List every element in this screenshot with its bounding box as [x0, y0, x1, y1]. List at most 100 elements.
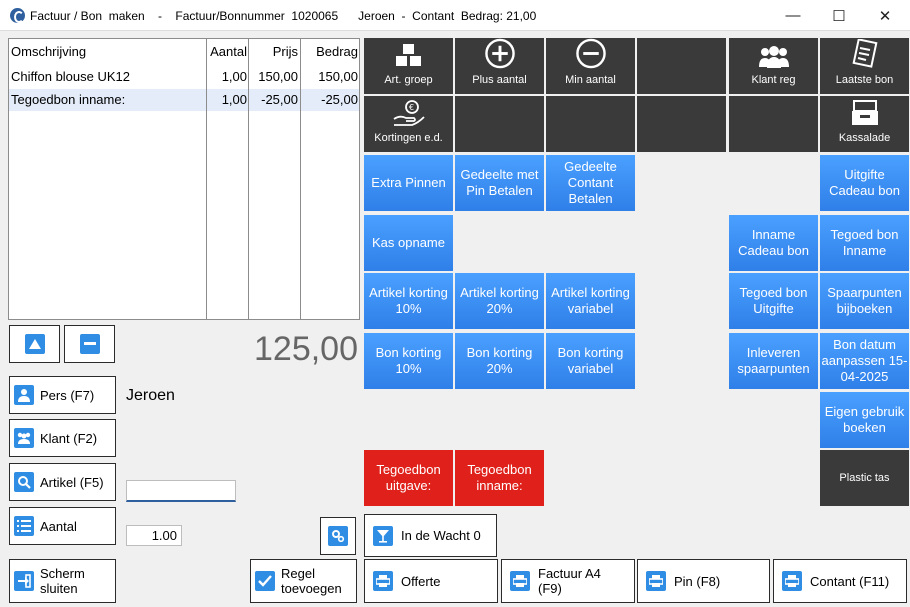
cubes-icon [395, 44, 421, 66]
offerte-label: Offerte [401, 573, 441, 589]
svg-text:€: € [409, 103, 414, 112]
bon-korting-variabel-tile[interactable]: Bon korting variabel [546, 333, 635, 389]
kassalade-tile[interactable]: Kassalade [820, 96, 909, 152]
list-icon [14, 516, 34, 536]
factuur-a4-label: Factuur A4 (F9) [538, 566, 601, 596]
move-up-button[interactable] [9, 325, 60, 363]
extra-pinnen-tile[interactable]: Extra Pinnen [364, 155, 453, 211]
empty-tile[interactable] [455, 96, 544, 152]
pers-button[interactable]: Pers (F7) [9, 376, 116, 414]
remove-line-button[interactable] [64, 325, 115, 363]
min-aantal-label: Min aantal [565, 74, 616, 86]
total-amount: 125,00 [254, 330, 358, 368]
contant-button[interactable]: Contant (F11) [773, 559, 907, 603]
bon-korting-10-tile[interactable]: Bon korting 10% [364, 333, 453, 389]
table-row-bedrag[interactable]: -25,00 [301, 92, 358, 107]
kassalade-label: Kassalade [838, 132, 891, 144]
table-row-prijs[interactable]: 150,00 [249, 69, 298, 84]
window-title: Factuur / Bon maken - Factuur/Bonnummer … [30, 9, 537, 23]
klant-label: Klant (F2) [40, 430, 98, 446]
empty-tile[interactable] [637, 96, 726, 152]
contant-label: Contant (F11) [810, 573, 890, 589]
column-header-bedrag[interactable]: Bedrag [301, 44, 358, 59]
scherm-sluiten-button[interactable]: Scherm sluiten [9, 559, 116, 603]
receipt-icon [852, 39, 877, 68]
kortingen-label: Kortingen e.d. [374, 132, 443, 144]
table-row-aantal[interactable]: 1,00 [207, 69, 247, 84]
kortingen-tile[interactable]: € Kortingen e.d. [364, 96, 453, 152]
plastic-tas-tile[interactable]: Plastic tas [820, 450, 909, 506]
inleveren-spaarpunten-tile[interactable]: Inleveren spaarpunten [729, 333, 818, 389]
regel-toevoegen-label: Regel toevoegen [281, 566, 342, 596]
customers-icon [14, 428, 34, 448]
aantal-button[interactable]: Aantal [9, 507, 116, 545]
artikel-korting-variabel-tile[interactable]: Artikel korting variabel [546, 273, 635, 329]
invoice-lines-grid[interactable]: Omschrijving Aantal Prijs Bedrag Chiffon… [8, 38, 360, 320]
pin-button[interactable]: Pin (F8) [637, 559, 770, 603]
gears-icon [328, 526, 348, 546]
tegoedbon-inname-tile[interactable]: Tegoedbon inname: [455, 450, 544, 506]
regel-toevoegen-button[interactable]: Regel toevoegen [250, 559, 357, 603]
table-row-omschrijving[interactable]: Chiffon blouse UK12 [11, 69, 130, 84]
eigen-gebruik-tile[interactable]: Eigen gebruik boeken [820, 392, 909, 448]
minus-icon [79, 334, 100, 354]
minimize-button[interactable]: — [770, 0, 816, 31]
bon-korting-20-tile[interactable]: Bon korting 20% [455, 333, 544, 389]
offerte-button[interactable]: Offerte [364, 559, 498, 603]
settings-button[interactable] [320, 517, 356, 555]
column-header-aantal[interactable]: Aantal [207, 44, 247, 59]
art-groep-label: Art. groep [384, 74, 433, 86]
printer-icon [373, 571, 393, 591]
tegoed-uitgifte-tile[interactable]: Tegoed bon Uitgifte [729, 273, 818, 329]
aantal-input[interactable] [126, 525, 182, 546]
art-groep-tile[interactable]: Art. groep [364, 38, 453, 94]
artikel-button[interactable]: Artikel (F5) [9, 463, 116, 501]
laatste-bon-label: Laatste bon [835, 74, 894, 86]
search-icon [14, 472, 34, 492]
pers-value: Jeroen [126, 387, 175, 404]
maximize-button[interactable]: ☐ [816, 0, 862, 31]
artikel-input[interactable] [126, 480, 236, 502]
empty-tile[interactable] [729, 96, 818, 152]
printer-icon [646, 571, 666, 591]
column-header-prijs[interactable]: Prijs [249, 44, 298, 59]
gedeelte-contant-tile[interactable]: Gedeelte Contant Betalen [546, 155, 635, 211]
minus-circle-icon [575, 38, 606, 69]
klant-reg-tile[interactable]: Klant reg [729, 38, 818, 94]
artikel-label: Artikel (F5) [40, 474, 104, 490]
tegoed-inname-tile[interactable]: Tegoed bon Inname [820, 215, 909, 271]
close-button[interactable]: ✕ [862, 0, 908, 31]
in-de-wacht-button[interactable]: In de Wacht 0 [364, 514, 497, 557]
column-header-omschrijving[interactable]: Omschrijving [11, 44, 86, 59]
plus-aantal-label: Plus aantal [472, 74, 527, 86]
in-de-wacht-label: In de Wacht 0 [401, 528, 481, 543]
plus-aantal-tile[interactable]: Plus aantal [455, 38, 544, 94]
gedeelte-pin-tile[interactable]: Gedeelte met Pin Betalen [455, 155, 544, 211]
kas-opname-tile[interactable]: Kas opname [364, 215, 453, 271]
tegoedbon-uitgave-tile[interactable]: Tegoedbon uitgave: [364, 450, 453, 506]
table-row-aantal[interactable]: 1,00 [207, 92, 247, 107]
table-row-omschrijving[interactable]: Tegoedbon inname: [11, 92, 125, 107]
klant-button[interactable]: Klant (F2) [9, 419, 116, 457]
min-aantal-tile[interactable]: Min aantal [546, 38, 635, 94]
artikel-korting-10-tile[interactable]: Artikel korting 10% [364, 273, 453, 329]
laatste-bon-tile[interactable]: Laatste bon [820, 38, 909, 94]
printer-icon [510, 571, 530, 591]
aantal-label: Aantal [40, 518, 77, 534]
inname-cadeau-tile[interactable]: Inname Cadeau bon [729, 215, 818, 271]
empty-tile[interactable] [637, 38, 726, 94]
klant-reg-label: Klant reg [751, 74, 796, 86]
bon-datum-aanpassen-tile[interactable]: Bon datum aanpassen 15-04-2025 [820, 333, 909, 389]
exit-icon [14, 571, 34, 591]
empty-tile[interactable] [546, 96, 635, 152]
pin-label: Pin (F8) [674, 573, 721, 589]
app-logo-icon [10, 8, 25, 23]
table-row-bedrag[interactable]: 150,00 [301, 69, 358, 84]
artikel-korting-20-tile[interactable]: Artikel korting 20% [455, 273, 544, 329]
spaarpunten-bijboeken-tile[interactable]: Spaarpunten bijboeken [820, 273, 909, 329]
table-row-prijs[interactable]: -25,00 [249, 92, 298, 107]
uitgifte-cadeau-tile[interactable]: Uitgifte Cadeau bon [820, 155, 909, 211]
triangle-up-icon [24, 334, 45, 354]
pers-label: Pers (F7) [40, 387, 95, 403]
factuur-a4-button[interactable]: Factuur A4 (F9) [501, 559, 635, 603]
